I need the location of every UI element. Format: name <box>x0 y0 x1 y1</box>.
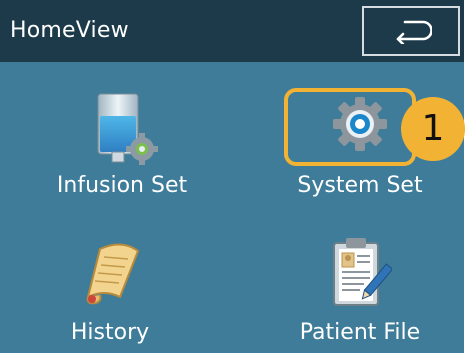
callout-number-badge: 1 <box>401 97 465 161</box>
infusion-bag-gear-icon <box>97 93 158 165</box>
title-bar: HomeView <box>0 0 464 62</box>
back-button[interactable] <box>362 6 460 56</box>
history-label: History <box>70 320 150 345</box>
home-screen: HomeView Infusion Set System Set History… <box>0 0 470 353</box>
scroll-icon <box>86 243 140 305</box>
history-tile[interactable]: History <box>10 209 210 345</box>
clipboard-pen-icon <box>333 238 392 306</box>
system-set-label: System Set <box>297 173 423 198</box>
infusion-set-label: Infusion Set <box>56 173 188 198</box>
page-title: HomeView <box>10 18 129 43</box>
patient-file-tile[interactable]: Patient File <box>260 209 460 345</box>
patient-file-label: Patient File <box>299 320 421 345</box>
callout-highlight-box <box>284 88 416 166</box>
return-arrow-icon <box>396 20 432 44</box>
infusion-set-tile[interactable]: Infusion Set <box>22 62 222 198</box>
